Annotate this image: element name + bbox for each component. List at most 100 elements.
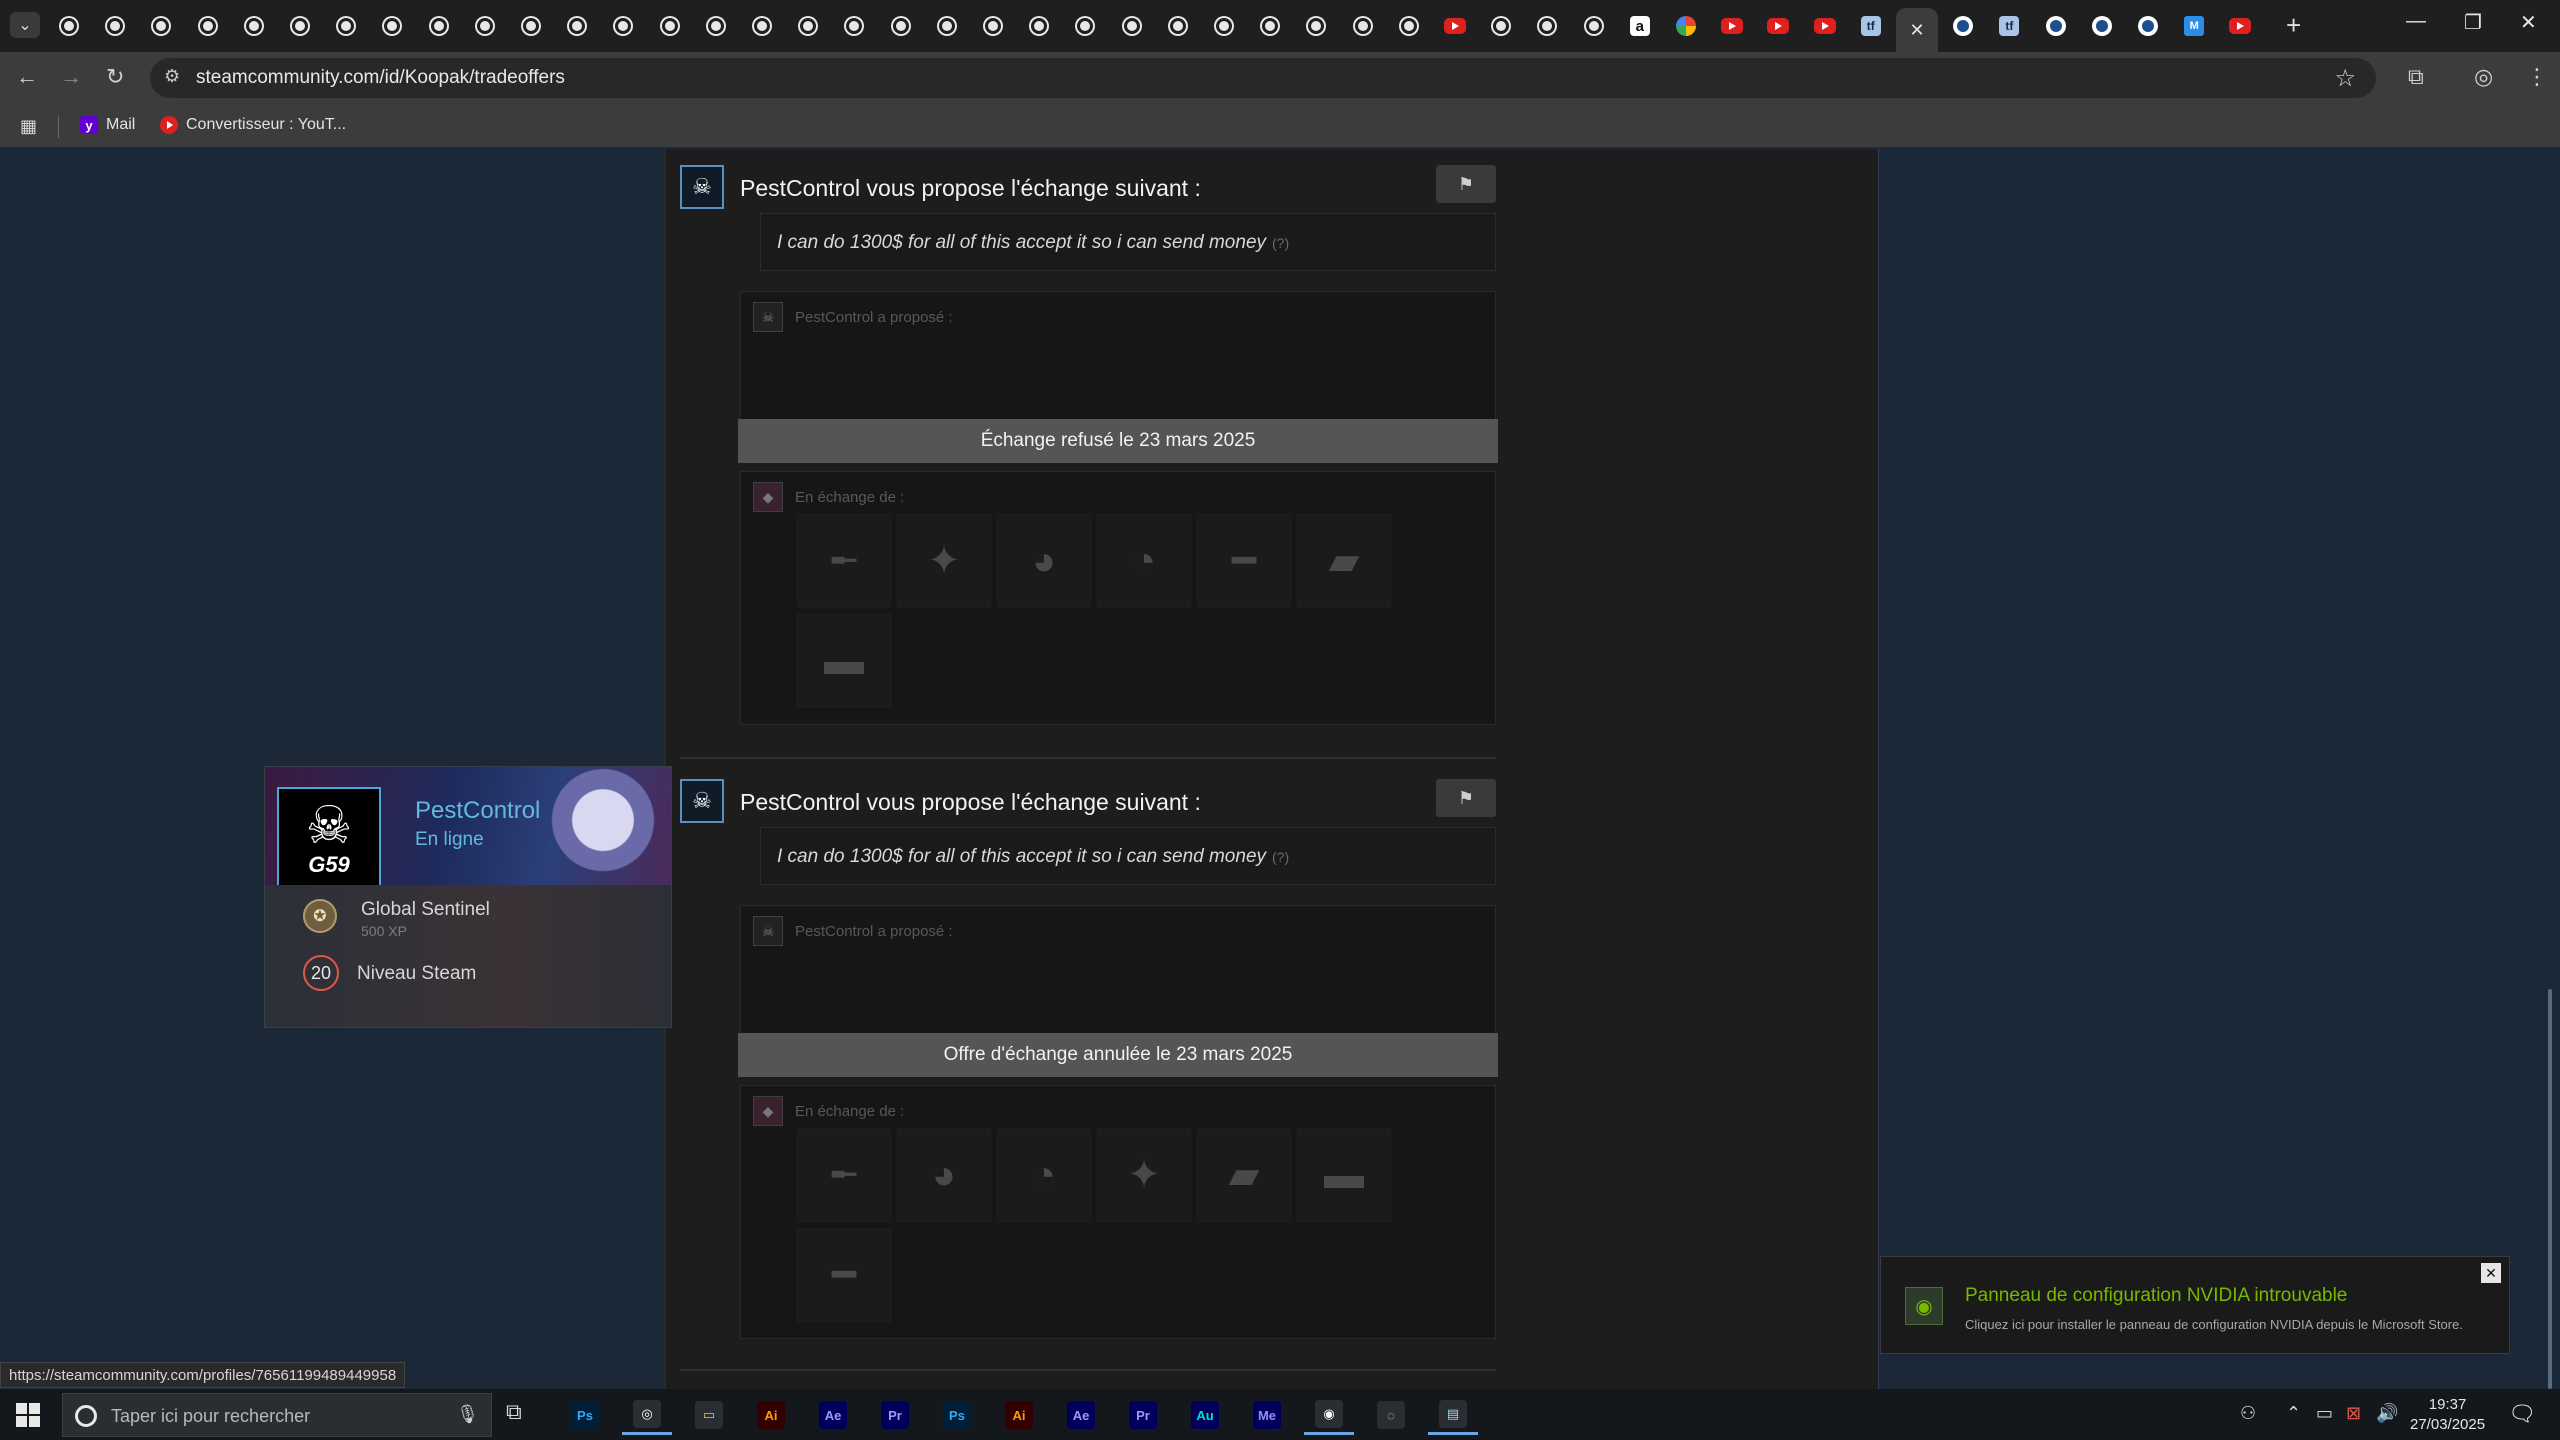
browser-tab[interactable] bbox=[1711, 8, 1753, 44]
taskbar-app[interactable]: Ae bbox=[808, 1395, 858, 1435]
my-mini-avatar[interactable]: ◆ bbox=[753, 1096, 783, 1126]
browser-tab[interactable] bbox=[1203, 8, 1245, 44]
browser-tab[interactable] bbox=[1434, 8, 1476, 44]
trade-item[interactable]: ✦ bbox=[897, 514, 991, 608]
browser-tab[interactable]: tf bbox=[1988, 8, 2030, 44]
browser-tab[interactable] bbox=[233, 8, 275, 44]
browser-tab[interactable] bbox=[279, 8, 321, 44]
browser-tab[interactable] bbox=[464, 8, 506, 44]
bookmark-mail[interactable]: y Mail bbox=[80, 116, 135, 134]
taskbar-app[interactable]: ◎ bbox=[622, 1395, 672, 1435]
trade-item[interactable]: ╾ bbox=[797, 1128, 891, 1222]
start-button[interactable] bbox=[16, 1403, 40, 1427]
browser-tab[interactable] bbox=[1804, 8, 1846, 44]
browser-tab[interactable] bbox=[1064, 8, 1106, 44]
browser-tab[interactable] bbox=[1249, 8, 1291, 44]
tab-search-button[interactable]: ⌄ bbox=[10, 12, 40, 38]
translate-hint[interactable]: (?) bbox=[1272, 235, 1289, 251]
taskbar-search[interactable]: Taper ici pour rechercher 🎙 bbox=[62, 1393, 492, 1437]
browser-tab[interactable] bbox=[1480, 8, 1522, 44]
my-mini-avatar[interactable]: ◆ bbox=[753, 482, 783, 512]
partner-avatar[interactable]: ☠ bbox=[680, 779, 724, 823]
browser-tab[interactable] bbox=[1342, 8, 1384, 44]
trade-item[interactable]: ━ bbox=[1197, 514, 1291, 608]
browser-tab[interactable] bbox=[418, 8, 460, 44]
partner-avatar[interactable]: ☠ bbox=[680, 165, 724, 209]
browser-tab[interactable] bbox=[1388, 8, 1430, 44]
menu-icon[interactable]: ⋮ bbox=[2526, 64, 2548, 90]
browser-tab[interactable] bbox=[1942, 8, 1984, 44]
trade-item[interactable]: ━ bbox=[797, 1228, 891, 1322]
report-flag-button[interactable]: ⚑ bbox=[1436, 165, 1496, 203]
browser-tab[interactable] bbox=[1665, 8, 1707, 44]
bookmark-star-icon[interactable]: ☆ bbox=[2334, 64, 2356, 93]
browser-tab[interactable] bbox=[325, 8, 367, 44]
system-clock[interactable]: 19:37 27/03/2025 bbox=[2410, 1395, 2485, 1435]
page-scrollbar[interactable] bbox=[2548, 989, 2552, 1389]
people-icon[interactable]: ⚇ bbox=[2240, 1403, 2256, 1424]
browser-tab[interactable]: tf bbox=[1850, 8, 1892, 44]
taskbar-app[interactable]: Au bbox=[1180, 1395, 1230, 1435]
browser-tab[interactable] bbox=[94, 8, 136, 44]
trade-item[interactable]: ◔ bbox=[1097, 514, 1191, 608]
browser-tab[interactable] bbox=[556, 8, 598, 44]
trade-item[interactable]: ▬ bbox=[797, 614, 891, 708]
browser-tab[interactable] bbox=[833, 8, 875, 44]
browser-tab[interactable] bbox=[602, 8, 644, 44]
browser-tab[interactable] bbox=[1295, 8, 1337, 44]
extensions-icon[interactable]: ⧉ bbox=[2408, 64, 2424, 90]
browser-tab[interactable]: ✕ bbox=[1896, 8, 1938, 52]
taskbar-app[interactable]: ▭ bbox=[684, 1395, 734, 1435]
browser-tab[interactable] bbox=[695, 8, 737, 44]
nvidia-notification[interactable]: ◉ Panneau de configuration NVIDIA introu… bbox=[1880, 1256, 2510, 1354]
taskbar-app[interactable]: Pr bbox=[870, 1395, 920, 1435]
partner-mini-avatar[interactable]: ☠ bbox=[753, 302, 783, 332]
taskbar-app[interactable]: Ps bbox=[560, 1395, 610, 1435]
translate-hint[interactable]: (?) bbox=[1272, 849, 1289, 865]
trade-item[interactable]: ▰ bbox=[1297, 514, 1391, 608]
taskbar-app[interactable]: Ai bbox=[994, 1395, 1044, 1435]
browser-tab[interactable] bbox=[1018, 8, 1060, 44]
trade-item[interactable]: ◔ bbox=[997, 1128, 1091, 1222]
browser-tab[interactable] bbox=[972, 8, 1014, 44]
browser-tab[interactable] bbox=[1157, 8, 1199, 44]
taskbar-app[interactable]: ◉ bbox=[1304, 1395, 1354, 1435]
browser-tab[interactable] bbox=[1526, 8, 1568, 44]
new-tab-button[interactable]: + bbox=[2286, 10, 2301, 41]
browser-tab[interactable] bbox=[2219, 8, 2261, 44]
taskbar-app[interactable]: Me bbox=[1242, 1395, 1292, 1435]
trade-item[interactable]: ✦ bbox=[1097, 1128, 1191, 1222]
trade-item[interactable]: ◕ bbox=[997, 514, 1091, 608]
profile-hover-card[interactable]: ☠ G59 PestControl En ligne ✪ Global Sent… bbox=[264, 766, 672, 1028]
taskbar-app[interactable]: Pr bbox=[1118, 1395, 1168, 1435]
taskbar-app[interactable]: ▤ bbox=[1428, 1395, 1478, 1435]
browser-tab[interactable] bbox=[510, 8, 552, 44]
browser-tab[interactable] bbox=[140, 8, 182, 44]
browser-tab[interactable]: a bbox=[1619, 8, 1661, 44]
show-hidden-icons[interactable]: ⌃ bbox=[2286, 1403, 2301, 1424]
reload-button[interactable]: ↻ bbox=[106, 64, 124, 90]
task-view-icon[interactable]: ⧉ bbox=[506, 1399, 522, 1425]
close-notification-button[interactable]: ✕ bbox=[2481, 1263, 2501, 1283]
browser-tab[interactable] bbox=[2127, 8, 2169, 44]
taskbar-app[interactable]: Ai bbox=[746, 1395, 796, 1435]
trade-item[interactable]: ▰ bbox=[1197, 1128, 1291, 1222]
taskbar-app[interactable]: ◌ bbox=[1366, 1395, 1416, 1435]
site-settings-icon[interactable]: ⚙ bbox=[164, 66, 180, 87]
browser-tab[interactable] bbox=[741, 8, 783, 44]
taskbar-app[interactable]: Ae bbox=[1056, 1395, 1106, 1435]
browser-tab[interactable]: M bbox=[2173, 8, 2215, 44]
back-button[interactable]: ← bbox=[16, 64, 38, 90]
browser-tab[interactable] bbox=[48, 8, 90, 44]
battery-warning-icon[interactable]: ⊠ bbox=[2346, 1403, 2361, 1424]
browser-tab[interactable] bbox=[1573, 8, 1615, 44]
browser-tab[interactable] bbox=[2035, 8, 2077, 44]
profile-avatar[interactable]: ☠ G59 bbox=[277, 787, 381, 891]
close-window-button[interactable]: ✕ bbox=[2520, 10, 2537, 35]
report-flag-button[interactable]: ⚑ bbox=[1436, 779, 1496, 817]
network-icon[interactable]: ▭ bbox=[2316, 1403, 2333, 1424]
browser-tab[interactable] bbox=[787, 8, 829, 44]
profile-icon[interactable]: ◎ bbox=[2474, 64, 2493, 90]
apps-grid-icon[interactable]: ▦ bbox=[20, 116, 37, 137]
address-bar[interactable]: ⚙ steamcommunity.com/id/Koopak/tradeoffe… bbox=[150, 58, 2376, 98]
